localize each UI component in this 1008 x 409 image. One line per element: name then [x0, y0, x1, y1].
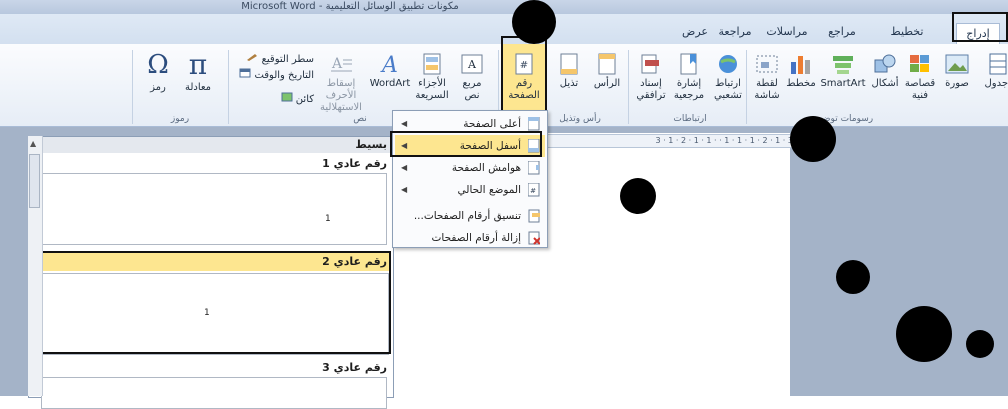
- scrollbar-thumb[interactable]: [29, 154, 40, 208]
- current-position-icon: #: [528, 183, 540, 197]
- menu-item-page-margins[interactable]: هوامش الصفحة ◀: [395, 157, 545, 179]
- ribbon-separator: [228, 50, 229, 124]
- equation-button[interactable]: π معادلة: [178, 50, 218, 94]
- footer-icon: [560, 53, 578, 75]
- symbols-group-label: رموز: [170, 114, 190, 124]
- watermark-dot: [966, 330, 994, 358]
- text-group-label: نص: [353, 114, 367, 124]
- header-button[interactable]: الرأس: [588, 52, 626, 90]
- object-icon: [281, 92, 293, 102]
- watermark-dot: [620, 178, 656, 214]
- submenu-arrow-icon: ◀: [401, 163, 408, 172]
- drop-cap-icon: A: [331, 56, 352, 72]
- title-bar: مكونات تطبيق الوسائل التعليمية - Microso…: [0, 0, 1008, 14]
- date-time-button[interactable]: التاريخ والوقت: [234, 68, 314, 82]
- table-button[interactable]: جدول: [984, 52, 1008, 90]
- watermark-dot: [790, 116, 836, 162]
- signature-icon: [247, 54, 258, 61]
- watermark-dot: [896, 306, 952, 362]
- cross-reference-icon: [641, 54, 659, 74]
- smartart-button[interactable]: SmartArt: [818, 52, 868, 90]
- svg-text:A: A: [331, 56, 343, 72]
- quick-parts-icon: [423, 53, 441, 75]
- globe-link-icon: [719, 55, 737, 73]
- quick-parts-button[interactable]: الأجزاء السريعة: [412, 52, 452, 102]
- menu-item-remove-page-numbers[interactable]: إزالة أرقام الصفحات: [395, 227, 545, 249]
- insert-tab-highlight-box: [952, 12, 1008, 42]
- watermark-dot: [836, 260, 870, 294]
- ribbon-separator: [628, 50, 629, 124]
- gallery-scrollbar[interactable]: ▲: [28, 136, 43, 396]
- svg-text:A: A: [467, 58, 477, 71]
- menu-item-current-position[interactable]: # الموضع الحالي ◀: [395, 179, 545, 201]
- gallery-section-header: بسيط: [29, 137, 393, 153]
- symbol-button[interactable]: Ω رمز: [140, 50, 176, 94]
- word-window: مكونات تطبيق الوسائل التعليمية - Microso…: [0, 0, 1008, 409]
- tab-mailings[interactable]: مراسلات: [760, 22, 814, 42]
- gallery-item-title: رقم عادي 3: [322, 361, 387, 374]
- links-group-label: ارتباطات: [673, 114, 707, 124]
- calendar-icon: [239, 68, 251, 78]
- top-of-page-icon: [528, 117, 540, 131]
- ribbon-separator: [746, 50, 747, 124]
- picture-icon: [945, 54, 969, 74]
- tab-page-layout[interactable]: تخطيط الصفحة: [872, 22, 942, 58]
- tab-references[interactable]: مراجع: [820, 22, 864, 42]
- wordart-icon: A: [380, 53, 398, 76]
- illustrations-group-label: رسومات توضيحية: [806, 114, 874, 124]
- chart-icon: [791, 56, 810, 74]
- shapes-icon: [874, 54, 896, 73]
- tab-review[interactable]: مراجعة: [712, 22, 758, 42]
- gallery-item-plain-number-1[interactable]: 1: [41, 173, 387, 245]
- hyperlink-button[interactable]: ارتباط تشعبي: [710, 52, 746, 102]
- bookmark-icon: [680, 53, 697, 75]
- remove-page-numbers-icon: [528, 231, 540, 245]
- scroll-up-arrow-icon[interactable]: ▲: [30, 139, 36, 148]
- header-footer-group-label: رأس وتذيل: [559, 114, 601, 124]
- page-margins-icon: [528, 161, 540, 175]
- text-box-button[interactable]: A مربع نص: [452, 52, 492, 102]
- page-number-preview: 1: [325, 214, 331, 224]
- footer-button[interactable]: تذيل: [550, 52, 588, 90]
- omega-icon: Ω: [147, 50, 169, 80]
- bottom-of-page-highlight-box: [390, 131, 542, 157]
- screenshot-icon: [756, 55, 778, 73]
- clip-art-icon: [910, 55, 929, 72]
- bookmark-button[interactable]: إشارة مرجعية: [670, 52, 708, 102]
- format-page-numbers-icon: [528, 209, 540, 223]
- cross-reference-button[interactable]: إسناد ترافقي: [632, 52, 670, 102]
- ribbon-separator: [132, 50, 133, 124]
- svg-text:A: A: [380, 53, 398, 76]
- text-box-icon: A: [461, 54, 483, 74]
- shapes-button[interactable]: أشكال: [868, 52, 902, 90]
- submenu-arrow-icon: ◀: [401, 185, 408, 194]
- screenshot-button[interactable]: لقطة شاشة: [750, 52, 784, 102]
- smartart-icon: [833, 56, 853, 74]
- wordart-button[interactable]: A WordArt: [368, 52, 412, 90]
- signature-line-button[interactable]: سطر التوقيع: [234, 52, 314, 66]
- watermark-dot: [512, 0, 556, 44]
- drop-cap-button[interactable]: A إسقاط الأحرف الاستهلالية: [314, 52, 368, 114]
- tab-view[interactable]: عرض: [678, 22, 712, 42]
- window-title: مكونات تطبيق الوسائل التعليمية - Microso…: [241, 1, 459, 12]
- clip-art-button[interactable]: قصاصة فنية: [902, 52, 938, 102]
- gallery-item-2-highlight-box: [36, 251, 391, 354]
- chart-button[interactable]: مخطط: [784, 52, 818, 90]
- gallery-item-plain-number-3[interactable]: [41, 377, 387, 409]
- object-button[interactable]: كائن: [254, 92, 314, 106]
- gallery-item-title: رقم عادي 1: [322, 157, 387, 170]
- picture-button[interactable]: صورة: [940, 52, 974, 90]
- svg-text:#: #: [530, 187, 536, 195]
- page-number-highlight-box: [501, 36, 547, 112]
- pi-icon: π: [188, 48, 208, 81]
- menu-item-format-page-numbers[interactable]: تنسيق أرقام الصفحات...: [395, 205, 545, 227]
- table-icon: [989, 53, 1007, 75]
- header-icon: [598, 53, 616, 75]
